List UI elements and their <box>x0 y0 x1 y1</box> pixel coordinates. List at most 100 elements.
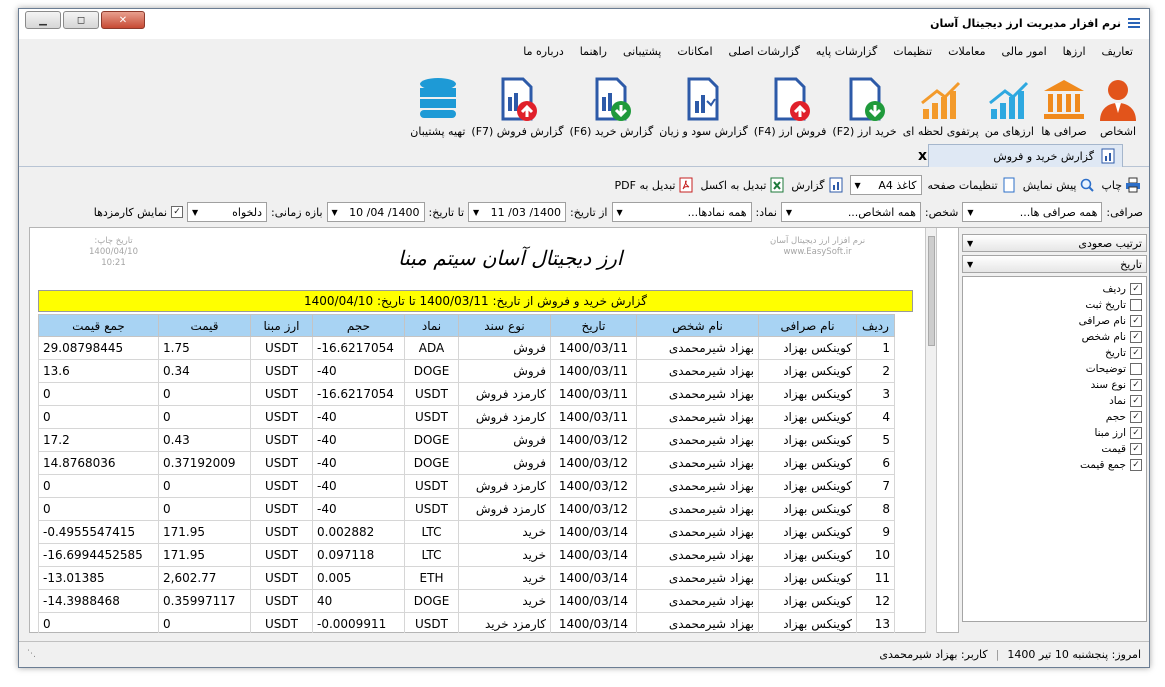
column-checkbox[interactable]: ✓ <box>1130 395 1142 407</box>
sales-report-button[interactable]: گزارش فروش (F7) <box>468 64 566 138</box>
sort-order-select[interactable]: ترتیب صعودی ▼ <box>962 234 1147 252</box>
sort-by-select[interactable]: تاریخ ▼ <box>962 255 1147 273</box>
table-cell: USDT <box>250 405 313 429</box>
column-toggle-item[interactable]: ✓ جمع قیمت <box>967 457 1142 473</box>
column-checkbox[interactable]: ✓ <box>1130 347 1142 359</box>
sell-currency-button[interactable]: فروش ارز (F4) <box>751 64 830 138</box>
column-toggle-item[interactable]: ✓ تاریخ <box>967 345 1142 361</box>
column-toggle-item[interactable]: ✓ ردیف <box>967 281 1142 297</box>
column-toggle-item[interactable]: ✓ حجم <box>967 409 1142 425</box>
preview-button[interactable]: پیش نمایش <box>1023 177 1096 193</box>
table-cell: USDT <box>250 451 313 475</box>
tab-close-icon[interactable]: x <box>918 148 927 164</box>
column-checkbox[interactable]: ✓ <box>1130 331 1142 343</box>
column-checkbox[interactable]: ✓ <box>1130 427 1142 439</box>
column-header[interactable]: قیمت <box>158 314 251 337</box>
export-pdf-button[interactable]: تبدیل به PDF <box>615 177 695 193</box>
profit-loss-report-button[interactable]: گزارش سود و زیان <box>656 64 751 138</box>
column-checkbox[interactable] <box>1130 299 1142 311</box>
portfolio-button[interactable]: پرتفوی لحظه ای <box>900 64 982 138</box>
table-cell: 1400/03/11 <box>550 359 637 383</box>
column-checkbox[interactable]: ✓ <box>1130 411 1142 423</box>
column-checkbox[interactable]: ✓ <box>1130 443 1142 455</box>
column-toggle-item[interactable]: ✓ قیمت <box>967 441 1142 457</box>
menu-currencies[interactable]: ارزها <box>1055 42 1094 62</box>
scrollbar-thumb[interactable] <box>928 236 935 346</box>
my-currencies-button[interactable]: ارزهای من <box>982 64 1037 138</box>
table-row[interactable]: 1 کوینکس بهزاد بهزاد شیرمحمدی 1400/03/11 فرو… <box>38 336 895 360</box>
column-toggle-item[interactable]: توضیحات <box>967 361 1142 377</box>
column-toggle-item[interactable]: ✓ نام شخص <box>967 329 1142 345</box>
column-header[interactable]: نام شخص <box>636 314 759 337</box>
column-header[interactable]: حجم <box>312 314 405 337</box>
menu-about[interactable]: درباره ما <box>515 42 571 62</box>
table-row[interactable]: 3 کوینکس بهزاد بهزاد شیرمحمدی 1400/03/11 کار… <box>38 382 895 406</box>
column-checkbox[interactable]: ✓ <box>1130 459 1142 471</box>
report-button[interactable]: گزارش <box>791 177 843 193</box>
column-toggle-item[interactable]: تاریخ ثبت <box>967 297 1142 313</box>
table-row[interactable]: 11 کوینکس بهزاد بهزاد شیرمحمدی 1400/03/14 خر… <box>38 566 895 590</box>
menu-settings[interactable]: تنظیمات <box>885 42 940 62</box>
table-row[interactable]: 12 کوینکس بهزاد بهزاد شیرمحمدی 1400/03/14 خر… <box>38 589 895 613</box>
table-row[interactable]: 4 کوینکس بهزاد بهزاد شیرمحمدی 1400/03/11 کار… <box>38 405 895 429</box>
column-header[interactable]: نوع سند <box>458 314 551 337</box>
column-header[interactable]: جمع قیمت <box>38 314 159 337</box>
table-cell: 13.6 <box>38 359 159 383</box>
column-header[interactable]: نام صرافی <box>758 314 857 337</box>
table-row[interactable]: 10 کوینکس بهزاد بهزاد شیرمحمدی 1400/03/14 خر… <box>38 543 895 567</box>
column-checkbox[interactable]: ✓ <box>1130 283 1142 295</box>
show-fees-checkbox[interactable]: ✓ <box>171 206 184 218</box>
column-toggle-item[interactable]: ✓ نام صرافی <box>967 313 1142 329</box>
column-header[interactable]: ارز مبنا <box>250 314 313 337</box>
table-cell: 1400/03/12 <box>550 497 637 521</box>
resize-grip-icon[interactable]: ⋰ <box>27 649 36 659</box>
table-row[interactable]: 8 کوینکس بهزاد بهزاد شیرمحمدی 1400/03/12 کار… <box>38 497 895 521</box>
menu-help[interactable]: راهنما <box>572 42 615 62</box>
menu-support[interactable]: پشتیبانی <box>615 42 669 62</box>
table-row[interactable]: 7 کوینکس بهزاد بهزاد شیرمحمدی 1400/03/12 کار… <box>38 474 895 498</box>
export-excel-button[interactable]: تبدیل به اکسل <box>700 177 785 193</box>
symbol-select[interactable]: همه نمادها... ▼ <box>611 202 752 222</box>
minimize-button[interactable]: ▁ <box>25 11 61 29</box>
table-cell: 6 <box>856 451 895 475</box>
column-checkbox[interactable]: ✓ <box>1130 379 1142 391</box>
table-cell: 10 <box>856 543 895 567</box>
menu-trades[interactable]: معاملات <box>940 42 993 62</box>
table-cell: خرید <box>458 566 551 590</box>
column-toggle-item[interactable]: ✓ نوع سند <box>967 377 1142 393</box>
to-date-picker[interactable]: 1400/ 04/ 10 ▼ <box>326 202 425 222</box>
table-row[interactable]: 5 کوینکس بهزاد بهزاد شیرمحمدی 1400/03/12 فرو… <box>38 428 895 452</box>
purchase-report-button[interactable]: گزارش خرید (F6) <box>566 64 656 138</box>
menu-main-reports[interactable]: گزارشات اصلی <box>721 42 808 62</box>
column-checkbox[interactable] <box>1130 363 1142 375</box>
column-header[interactable]: تاریخ <box>550 314 637 337</box>
table-row[interactable]: 9 کوینکس بهزاد بهزاد شیرمحمدی 1400/03/14 خری… <box>38 520 895 544</box>
maximize-button[interactable]: ◻ <box>63 11 99 29</box>
menu-finance[interactable]: امور مالی <box>993 42 1054 62</box>
persons-button[interactable]: اشخاص <box>1091 64 1145 138</box>
period-select[interactable]: دلخواه ▼ <box>187 202 268 222</box>
table-cell: 0.43 <box>158 428 251 452</box>
page-settings-button[interactable]: تنظیمات صفحه <box>928 177 1017 193</box>
close-button[interactable]: ✕ <box>101 11 145 29</box>
person-select[interactable]: همه اشخاص... ▼ <box>780 202 921 222</box>
column-toggle-item[interactable]: ✓ ارز مبنا <box>967 425 1142 441</box>
print-button[interactable]: چاپ <box>1101 177 1141 193</box>
column-header[interactable]: نماد <box>404 314 459 337</box>
exchange-select[interactable]: همه صرافی ها... ▼ <box>962 202 1103 222</box>
menu-definitions[interactable]: تعاریف <box>1094 42 1141 62</box>
table-row[interactable]: 13 کوینکس بهزاد بهزاد شیرمحمدی 1400/03/14 کا… <box>38 612 895 633</box>
from-date-picker[interactable]: 1400/ 03/ 11 ▼ <box>468 202 567 222</box>
column-checkbox[interactable]: ✓ <box>1130 315 1142 327</box>
exchanges-button[interactable]: صرافی ها <box>1037 64 1091 138</box>
tab-buy-sell-report[interactable]: گزارش خرید و فروش x <box>918 144 1123 167</box>
column-toggle-item[interactable]: ✓ نماد <box>967 393 1142 409</box>
backup-button[interactable]: تهیه پشتیبان <box>407 64 468 138</box>
paper-size-select[interactable]: کاغذ A4 ▼ <box>849 175 922 195</box>
table-row[interactable]: 2 کوینکس بهزاد بهزاد شیرمحمدی 1400/03/11 فرو… <box>38 359 895 383</box>
menu-basic-reports[interactable]: گزارشات پایه <box>808 42 885 62</box>
buy-currency-button[interactable]: خرید ارز (F2) <box>829 64 899 138</box>
table-row[interactable]: 6 کوینکس بهزاد بهزاد شیرمحمدی 1400/03/12 فرو… <box>38 451 895 475</box>
menu-features[interactable]: امکانات <box>669 42 720 62</box>
column-header[interactable]: ردیف <box>856 314 895 337</box>
